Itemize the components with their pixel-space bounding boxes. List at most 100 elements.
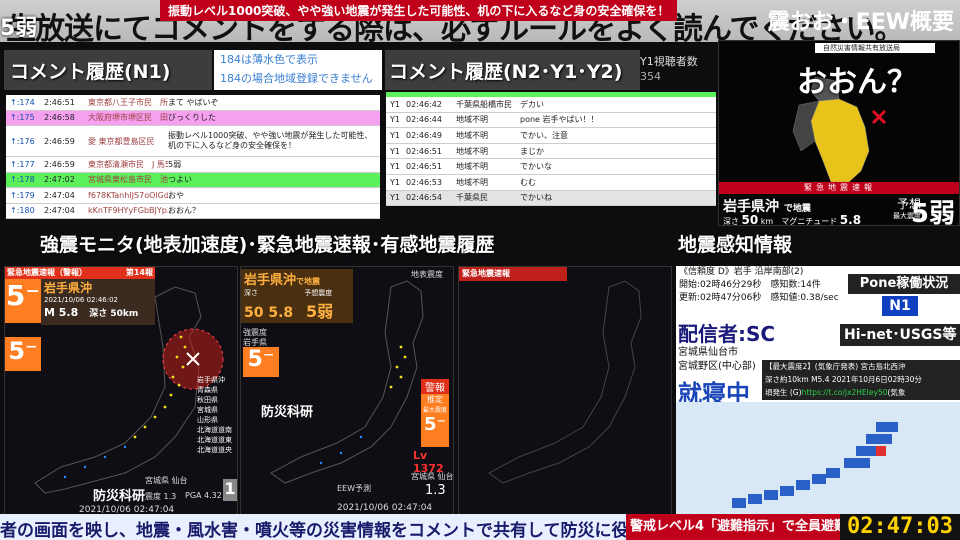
comment-user: 千葉県民 <box>456 193 488 203</box>
n1-note-line2: 184の場合地域登録できません <box>220 72 373 85</box>
depth-unit: km <box>760 217 774 226</box>
eew-big-text: おおん？ <box>797 65 917 100</box>
mon1-intensity-2: 5⁻ <box>5 337 41 371</box>
comment-time: 02:46:42 <box>406 99 442 109</box>
bosai-logo: 防災科研 <box>261 405 314 420</box>
mon3-header: 緊急地震速報 <box>459 267 567 281</box>
comment-time: 02:46:51 <box>406 146 442 156</box>
viewer-count-label: Y1視聴者数 <box>640 55 698 68</box>
mon1-legend: 岩手県沖 青森県 秋田県 宮城県 山形県 北海道道南 北海道道東 北海道道央 <box>197 375 232 455</box>
table-row: Y1 02:46:49 地域不明 でかい、注意 <box>386 128 716 144</box>
comment-source: Y1 <box>390 130 400 140</box>
clock: 02:47:03 <box>840 514 960 540</box>
loc-line2: 宮城野区(中心部) <box>678 361 756 372</box>
comment-text: むむ <box>520 177 536 187</box>
table-row: Y1 02:46:51 地域不明 まじか <box>386 143 716 160</box>
comment-time: 02:46:44 <box>406 115 442 125</box>
table-row: ↑:178 2:47:02 宮城県東松島市民 池147527つよい <box>6 172 380 188</box>
table-row: ↑:177 2:46:59 東京都清瀬市民 J 馬520635弱 <box>6 157 380 173</box>
comment-user: kKnTF9HYyFGbBJYp3UH3 <box>88 206 168 216</box>
mag-value: 5.8 <box>839 213 862 226</box>
comment-source: Y1 <box>390 115 400 125</box>
mon2-eew-label: EEW予測 <box>337 484 372 493</box>
qp-line1: 《信頼度 D》岩手 沿岸南部(2) <box>679 267 804 277</box>
eew-summary-panel: 自然災害情報共有放送局 おおん？ 緊急地震速報 岩手県沖 で地震 深さ 50 k… <box>718 40 960 226</box>
mon2-warn-intensity: 5⁻ <box>423 414 447 435</box>
eew-intensity: 5弱 <box>910 199 955 226</box>
table-row: Y1 02:46:42 千葉県船橋市民 デカい <box>386 97 716 113</box>
table-row: ↑:180 2:47:04 kKnTF9HYyFGbBJYp3UH3おおん？ <box>6 203 380 219</box>
info-line1: 【最大震度2】(気象庁発表) 宮古島北西沖 <box>765 362 906 371</box>
legend-item: 北海道道東 <box>197 436 232 444</box>
comment-text: まじか <box>520 146 544 156</box>
eew-depth-mag: 深さ 50 km マグニチュード 5.8 <box>723 213 862 226</box>
monitor-panel-2: 岩手県沖で地震 深さ 予想震度 50 5.8 5弱 強震度 岩手県 5⁻ 防災科… <box>240 266 454 516</box>
comment-time: 02:46:53 <box>406 177 442 187</box>
table-row: Y1 02:46:44 地域不明 pone 岩手やばい！！ <box>386 112 716 129</box>
table-row: Y1 02:46:53 地域不明 むむ <box>386 174 716 191</box>
legend-item: 青森県 <box>197 386 218 394</box>
mon2-warning-box: 警報 推定 最大震度 5⁻ <box>421 379 449 447</box>
mon1-val1: 震度 1.3 <box>145 492 177 501</box>
mon1-header-text: 緊急地震速報（警報） <box>7 268 87 277</box>
qp-line3: 更新:02時47分06秒 感知値:0.38/sec <box>679 293 839 303</box>
info-line3-suffix: (気象 <box>887 388 906 397</box>
viewer-count-value: 354 <box>640 70 661 83</box>
alert-message: 振動レベル1000突破、やや強い地震が発生した可能性、机の下に入るなど身の安全確… <box>160 0 678 21</box>
legend-item: 山形県 <box>197 416 218 424</box>
kyoshin-section-title: 強震モニタ(地表加速度)･緊急地震速報･有感地震履歴 <box>40 234 495 256</box>
mon1-header: 緊急地震速報（警報） 第14報 <box>5 267 155 279</box>
mon1-info-box: 岩手県沖 2021/10/06 02:46:02 M 5.8 深さ 50km <box>41 279 155 325</box>
comment-text: でかい、注意 <box>520 130 568 140</box>
table-row: Y1 02:46:51 地域不明 でかいな <box>386 159 716 175</box>
n1-comment-table: ↑:174 2:46:51 東京都八王子市民 所96595まて やばいぞ ↑:175… <box>6 95 380 219</box>
comment-no: ↑:174 <box>10 97 35 107</box>
station-dots <box>389 345 407 389</box>
table-row: Y1 02:46:54 千葉県民 でかいね <box>386 190 716 207</box>
comment-user: 東京都八王子市民 所96595 <box>88 97 168 107</box>
n1-title-box: コメント履歴(N1) <box>4 50 212 90</box>
table-row: ↑:176 2:46:59 愛 東京都豊島区民 振動レベル1000突破、やや強い地震が… <box>6 126 380 157</box>
comment-time: 2:46:59 <box>44 136 75 146</box>
qp-line2: 開始:02時46分29秒 感知数:14件 <box>679 280 821 290</box>
comment-text: でかいな <box>520 162 552 172</box>
comment-time: 2:46:51 <box>44 97 75 107</box>
n1-note-line1: 184は薄水色で表示 <box>220 53 318 66</box>
comment-user: 地域不明 <box>456 115 488 125</box>
comment-user: 地域不明 <box>456 130 488 140</box>
table-row: ↑:174 2:46:51 東京都八王子市民 所96595まて やばいぞ <box>6 95 380 111</box>
depth-label: 深さ <box>723 217 739 226</box>
comment-source: Y1 <box>390 177 400 187</box>
viewer-count-box: Y1視聴者数 354 <box>640 54 716 84</box>
station-dots-blue <box>63 445 127 479</box>
comment-time: 02:46:54 <box>406 193 442 203</box>
comment-time: 2:46:59 <box>44 159 75 169</box>
comment-text: おや <box>168 190 184 200</box>
comment-time: 2:47:04 <box>44 206 75 216</box>
table-row: ↑:179 2:47:04 f678KTanhIJS7oOlGd9VxMxlおや <box>6 188 380 204</box>
mon2-region-suffix: で地震 <box>296 277 321 286</box>
comment-no: ↑:178 <box>10 175 35 185</box>
legend-item: 北海道道央 <box>197 446 232 454</box>
comment-user: 愛 東京都豊島区民 <box>88 136 155 146</box>
info-link[interactable]: https://t.co/jx2HEIey50 <box>802 388 888 397</box>
comment-text: デカい <box>520 99 544 109</box>
japan-intensity-map <box>676 402 960 514</box>
legend-item: 岩手県沖 <box>197 376 225 384</box>
comment-user: 地域不明 <box>456 162 488 172</box>
mon2-region: 岩手県沖 <box>244 273 297 288</box>
mon1-depth: 深さ 50km <box>89 309 139 319</box>
mon1-datetime: 2021/10/06 02:46:02 <box>44 296 119 304</box>
comment-source: Y1 <box>390 162 400 172</box>
bosai-logo: 防災科研 <box>93 489 146 504</box>
streamer-label: 配信者:SC <box>678 322 776 346</box>
station-dots-blue <box>319 435 363 465</box>
legend-item: 秋田県 <box>197 396 218 404</box>
mon2-mag: 5.8 <box>268 305 294 321</box>
mon2-warn-label2: 推定 <box>427 395 443 404</box>
comment-no: ↑:175 <box>10 113 35 123</box>
mon2-warn-label3: 最大震度 <box>422 407 447 414</box>
comment-user: 宮城県東松島市民 池147527 <box>88 175 168 185</box>
mon2-footer-time: 2021/10/06 02:47:04 <box>337 503 433 513</box>
mon2-station: 宮城県 仙台 <box>411 472 454 481</box>
